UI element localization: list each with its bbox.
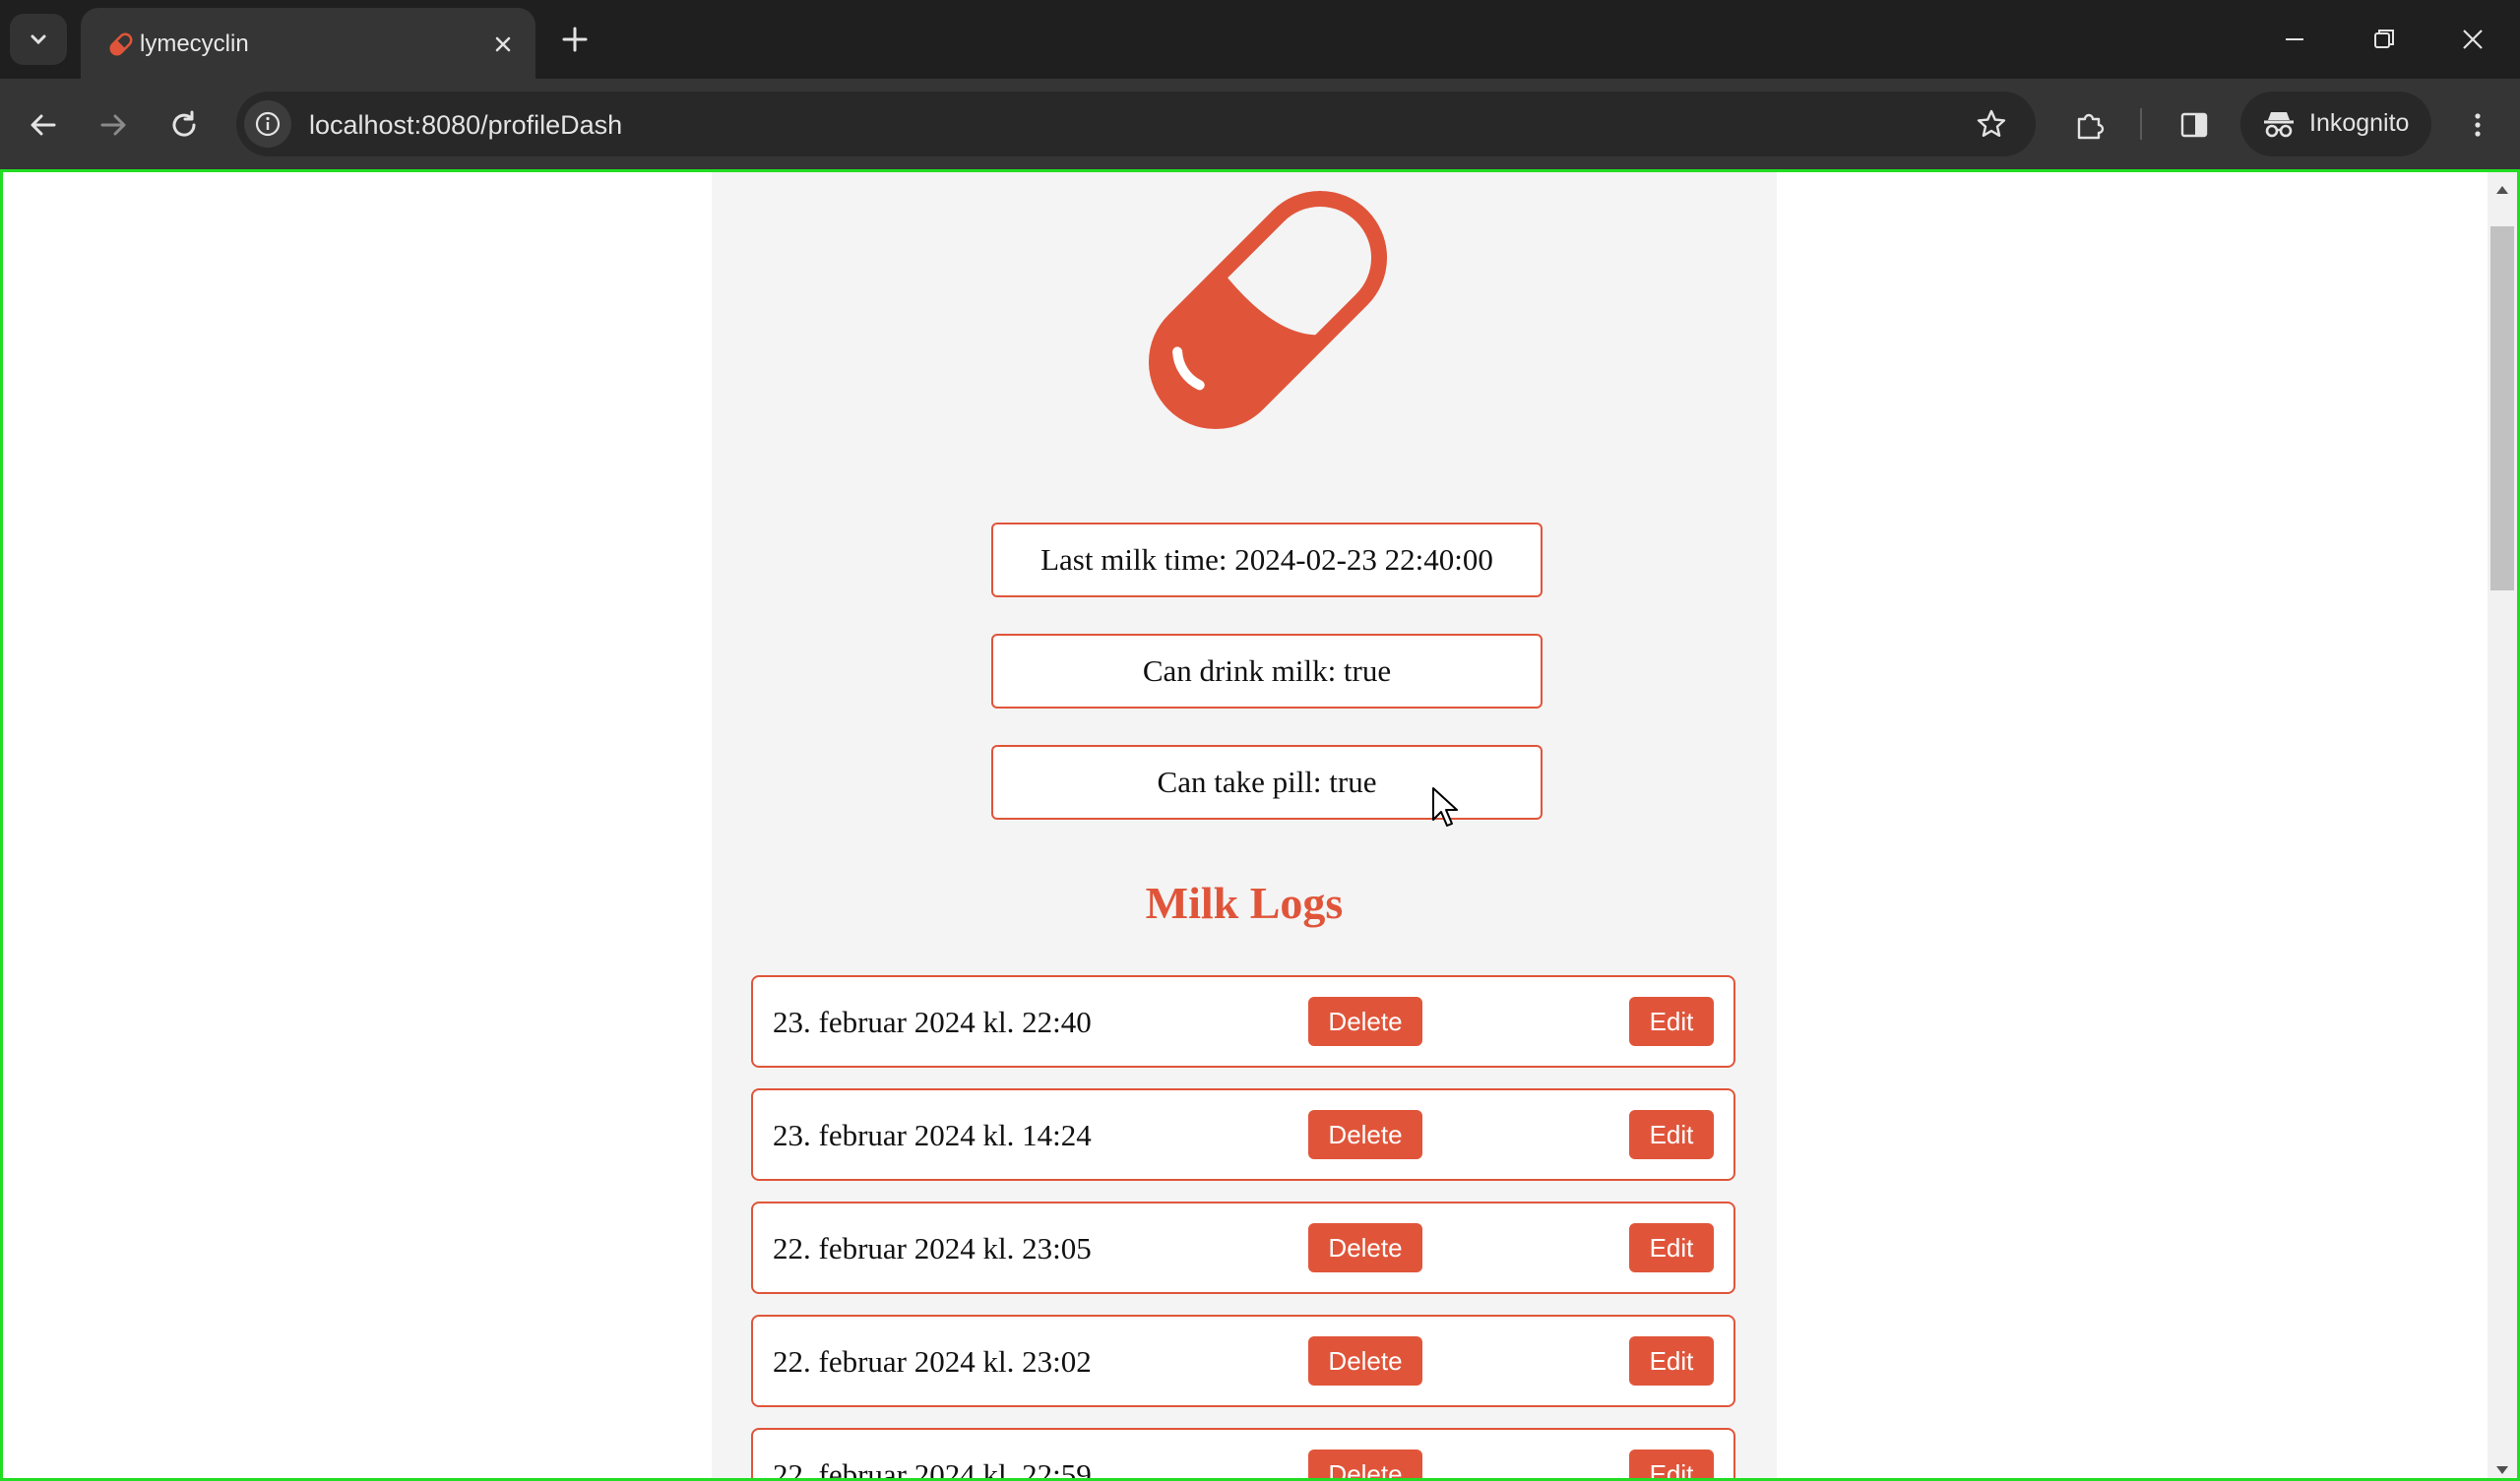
milk-log-date: 22. februar 2024 kl. 23:02 — [773, 1344, 1092, 1379]
incognito-label: Inkognito — [2309, 109, 2410, 137]
scroll-down-arrow-icon[interactable] — [2496, 1466, 2508, 1474]
browser-tab-active[interactable]: lymecyclin — [81, 8, 536, 79]
last-milk-time-box: Last milk time: 2024-02-23 22:40:00 — [991, 523, 1543, 597]
tab-title: lymecyclin — [140, 31, 249, 57]
bookmark-star-icon[interactable] — [1975, 107, 2008, 141]
mouse-cursor-icon — [1432, 787, 1458, 827]
more-menu-icon[interactable] — [2461, 108, 2494, 142]
incognito-indicator[interactable]: Inkognito — [2240, 92, 2431, 156]
can-drink-milk-box: Can drink milk: true — [991, 634, 1543, 709]
edit-button[interactable]: Edit — [1629, 1450, 1714, 1478]
delete-button[interactable]: Delete — [1308, 1336, 1422, 1386]
pill-icon — [109, 32, 133, 56]
extensions-puzzle-icon[interactable] — [2073, 108, 2107, 142]
new-tab-icon[interactable] — [559, 24, 591, 55]
milk-log-date: 23. februar 2024 kl. 22:40 — [773, 1005, 1092, 1039]
info-icon — [255, 111, 281, 137]
side-panel-icon[interactable] — [2177, 108, 2211, 142]
incognito-icon — [2264, 112, 2294, 138]
delete-button[interactable]: Delete — [1308, 1110, 1422, 1159]
edit-button[interactable]: Edit — [1629, 1336, 1714, 1386]
page-viewport: Last milk time: 2024-02-23 22:40:00 Can … — [0, 169, 2520, 1481]
page-scrollbar[interactable] — [2488, 172, 2517, 1478]
toolbar-separator — [2140, 108, 2142, 140]
close-window-icon[interactable] — [2455, 22, 2490, 57]
browser-titlebar: lymecyclin — [0, 0, 2520, 79]
scroll-up-arrow-icon[interactable] — [2496, 186, 2508, 194]
delete-button[interactable]: Delete — [1308, 1450, 1422, 1478]
dashboard-panel: Last milk time: 2024-02-23 22:40:00 Can … — [712, 172, 1777, 1481]
address-bar[interactable]: localhost:8080/profileDash — [236, 92, 2036, 156]
back-arrow-icon[interactable] — [27, 108, 60, 142]
scrollbar-thumb[interactable] — [2490, 226, 2514, 590]
browser-toolbar: localhost:8080/profileDash Inkognito — [0, 79, 2520, 169]
edit-button[interactable]: Edit — [1629, 997, 1714, 1046]
milk-log-row: 22. februar 2024 kl. 23:02 Delete Edit — [751, 1315, 1735, 1407]
site-info-button[interactable] — [244, 100, 291, 148]
milk-log-row: 23. februar 2024 kl. 22:40 Delete Edit — [751, 975, 1735, 1068]
reload-icon[interactable] — [167, 108, 201, 142]
delete-button[interactable]: Delete — [1308, 997, 1422, 1046]
tab-search-button[interactable] — [10, 14, 67, 65]
milk-logs-title: Milk Logs — [1145, 878, 1344, 928]
restore-icon[interactable] — [2366, 22, 2402, 57]
url-text: localhost:8080/profileDash — [309, 110, 623, 140]
forward-arrow-icon[interactable] — [96, 108, 130, 142]
delete-button[interactable]: Delete — [1308, 1223, 1422, 1272]
chevron-down-icon — [31, 34, 46, 45]
edit-button[interactable]: Edit — [1629, 1223, 1714, 1272]
edit-button[interactable]: Edit — [1629, 1110, 1714, 1159]
minimize-icon[interactable] — [2277, 22, 2312, 57]
milk-log-row: 22. februar 2024 kl. 22:59 Delete Edit — [751, 1428, 1735, 1481]
milk-log-date: 23. februar 2024 kl. 14:24 — [773, 1118, 1092, 1152]
milk-log-date: 22. februar 2024 kl. 22:59 — [773, 1457, 1092, 1481]
close-tab-icon[interactable] — [488, 30, 518, 59]
milk-log-row: 23. februar 2024 kl. 14:24 Delete Edit — [751, 1088, 1735, 1181]
pill-logo-icon — [1148, 190, 1388, 430]
milk-log-date: 22. februar 2024 kl. 23:05 — [773, 1231, 1092, 1265]
milk-log-row: 22. februar 2024 kl. 23:05 Delete Edit — [751, 1202, 1735, 1294]
